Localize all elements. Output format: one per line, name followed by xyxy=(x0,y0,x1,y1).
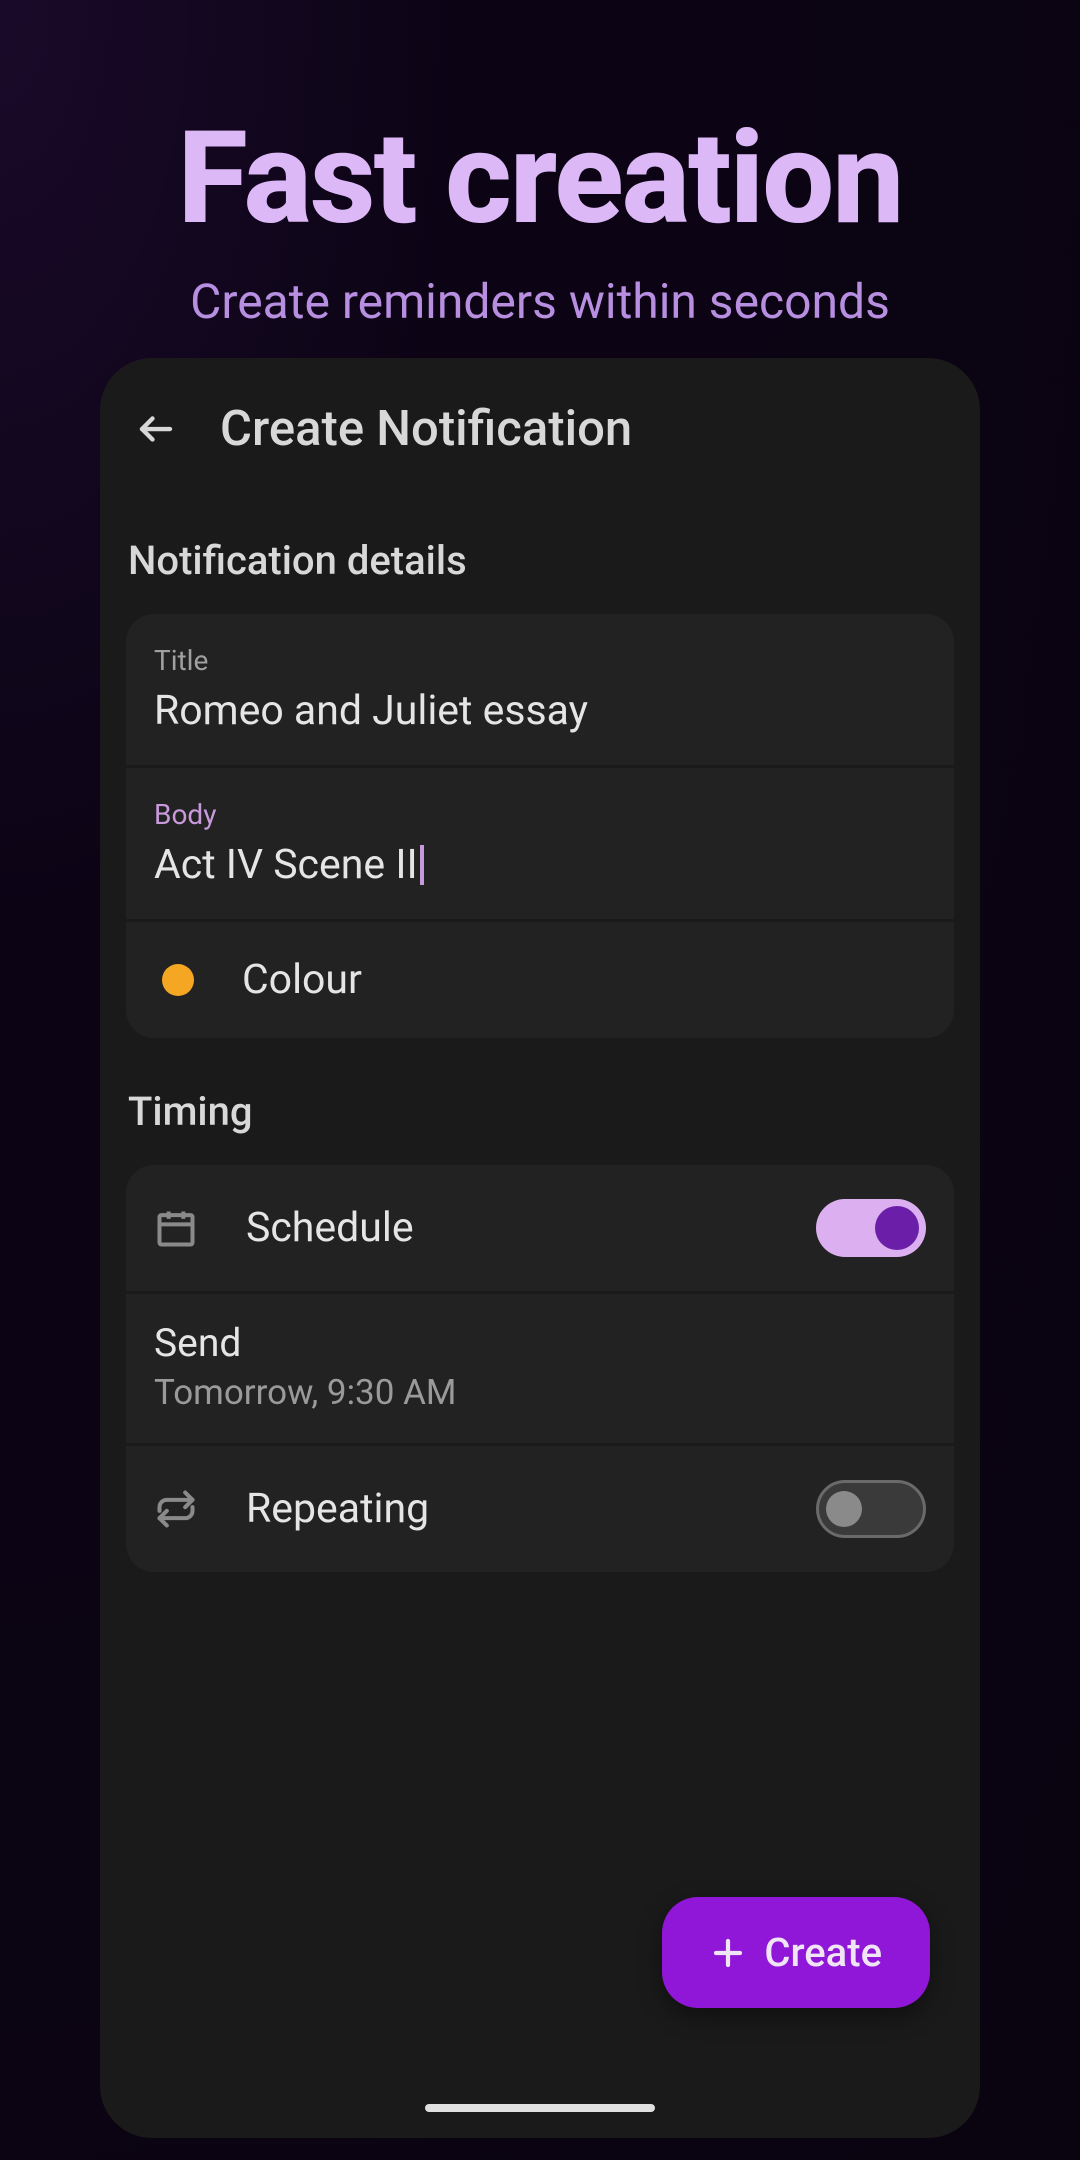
schedule-toggle[interactable] xyxy=(816,1199,926,1257)
section-label-details: Notification details xyxy=(126,537,954,584)
send-row[interactable]: Send Tomorrow, 9:30 AM xyxy=(126,1294,954,1446)
colour-label: Colour xyxy=(242,956,926,1004)
page-title: Create Notification xyxy=(220,400,632,457)
body-field[interactable]: Body Act IV Scene II xyxy=(126,768,954,922)
schedule-label: Schedule xyxy=(246,1204,768,1252)
title-label: Title xyxy=(154,644,926,677)
body-value: Act IV Scene II xyxy=(154,841,424,889)
text-cursor xyxy=(420,845,424,885)
colour-swatch xyxy=(162,964,194,996)
send-value: Tomorrow, 9:30 AM xyxy=(154,1372,926,1413)
colour-row[interactable]: Colour xyxy=(126,922,954,1038)
send-label: Send xyxy=(154,1320,926,1366)
repeat-icon xyxy=(154,1487,198,1531)
repeating-row[interactable]: Repeating xyxy=(126,1446,954,1572)
app-header: Create Notification xyxy=(126,390,954,487)
title-value: Romeo and Juliet essay xyxy=(154,687,588,735)
app-screen: Create Notification Notification details… xyxy=(100,358,980,2138)
back-icon[interactable] xyxy=(132,405,180,453)
schedule-row[interactable]: Schedule xyxy=(126,1165,954,1294)
details-card: Title Romeo and Juliet essay Body Act IV… xyxy=(126,614,954,1038)
repeating-label: Repeating xyxy=(246,1485,768,1533)
section-label-timing: Timing xyxy=(126,1088,954,1135)
home-indicator[interactable] xyxy=(425,2104,655,2112)
timing-card: Schedule Send Tomorrow, 9:30 AM Repeatin… xyxy=(126,1165,954,1572)
plus-icon xyxy=(710,1935,746,1971)
repeating-toggle[interactable] xyxy=(816,1480,926,1538)
hero-subtitle: Create reminders within seconds xyxy=(0,273,1080,330)
create-button[interactable]: Create xyxy=(662,1897,930,2008)
hero-title: Fast creation xyxy=(0,115,1080,243)
title-field[interactable]: Title Romeo and Juliet essay xyxy=(126,614,954,768)
body-label: Body xyxy=(154,798,926,831)
calendar-icon xyxy=(154,1206,198,1250)
create-label: Create xyxy=(764,1929,882,1976)
